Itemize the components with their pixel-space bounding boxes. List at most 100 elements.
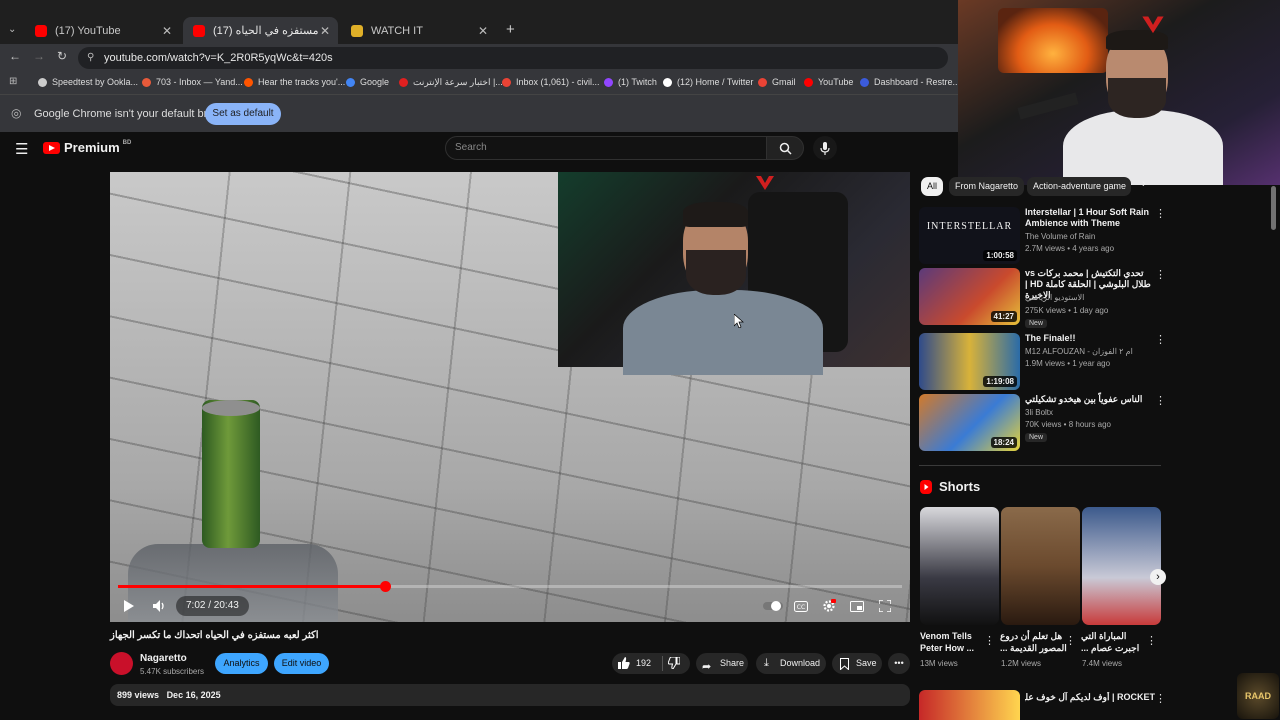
progress-bar[interactable]	[118, 581, 902, 592]
channel-avatar[interactable]	[110, 652, 133, 675]
like-button[interactable]	[618, 657, 630, 669]
progress-scrubber[interactable]	[379, 581, 391, 592]
shorts-next-chevron-icon[interactable]: ›	[1150, 569, 1166, 585]
video-thumbnail[interactable]: 18:24	[919, 394, 1020, 451]
bookmark-restream[interactable]: Dashboard - Restre...	[860, 77, 960, 87]
forward-icon[interactable]: →	[33, 49, 45, 63]
new-badge: New	[1025, 433, 1048, 442]
site-info-icon[interactable]: ⚲	[87, 47, 94, 69]
more-actions-button[interactable]: •••	[888, 653, 910, 674]
video-thumbnail[interactable]: 41:27	[919, 268, 1020, 325]
sidebar-scrollbar[interactable]	[1271, 186, 1276, 230]
video-thumbnail[interactable]: 1:19:08	[919, 333, 1020, 390]
video-title[interactable]: الناس عفوياً بين هيخدو تشكيلتي	[1025, 394, 1151, 405]
tab-current-video[interactable]: (17) اكثر لعبه مستفزه في الحياه ✕	[183, 17, 338, 44]
tab-youtube[interactable]: (17) YouTube ✕	[25, 17, 180, 44]
miniplayer-button[interactable]	[846, 595, 868, 617]
more-vertical-icon[interactable]: ⋮	[1155, 268, 1166, 281]
share-button[interactable]: ➦ Share	[696, 653, 748, 674]
video-title: اكثر لعبه مستفزه في الحياه اتحداك ما تكس…	[110, 630, 319, 641]
chip-from-channel[interactable]: From Nagaretto	[949, 177, 1025, 196]
chevron-right-icon[interactable]: ›	[1142, 178, 1146, 190]
can-lid	[202, 400, 260, 416]
short-thumbnail[interactable]	[920, 507, 999, 625]
short-title[interactable]: المباراة التي اجبرت عصام ...	[1081, 630, 1151, 654]
like-count: 192	[636, 658, 652, 668]
tab-watch-it[interactable]: WATCH IT ✕	[341, 17, 496, 44]
voice-search-button[interactable]	[813, 136, 837, 160]
divider	[919, 465, 1161, 466]
video-title[interactable]: Interstellar | 1 Hour Soft Rain Ambience…	[1025, 207, 1151, 229]
url-field[interactable]: ⚲ youtube.com/watch?v=K_2R0R5yqWc&t=420s	[78, 47, 948, 69]
list-item[interactable]: 41:27 تحدي التكتيش | محمد بركات vs طلال …	[919, 268, 1169, 330]
video-title[interactable]: ROCKET | أوف لديكم آل خوف عليكم 😂	[1025, 692, 1155, 703]
apps-grid-icon[interactable]: ⊞	[9, 76, 17, 87]
dislike-button[interactable]	[668, 657, 680, 669]
short-thumbnail[interactable]	[1001, 507, 1080, 625]
bookmark-speedtest[interactable]: Speedtest by Ookla...	[38, 77, 138, 87]
download-button[interactable]: ⤓ Download	[756, 653, 826, 674]
search-input[interactable]: Search	[445, 136, 767, 160]
back-icon[interactable]: ←	[9, 49, 21, 63]
bookmark-gmail-inbox[interactable]: Inbox (1,061) - civil...	[502, 77, 600, 87]
captions-icon: CC	[794, 600, 808, 612]
fullscreen-button[interactable]	[874, 595, 896, 617]
bookmark-twitter[interactable]: (12) Home / Twitter	[663, 77, 753, 87]
reload-icon[interactable]: ↻	[57, 49, 67, 63]
tab-search-icon[interactable]: ⌄	[8, 24, 16, 35]
video-thumbnail[interactable]: INTERSTELLAR 1:00:58	[919, 207, 1020, 264]
play-button[interactable]	[118, 595, 140, 617]
new-tab-icon[interactable]: +	[506, 21, 515, 38]
channel-name[interactable]: The Volume of Rain	[1025, 232, 1095, 241]
bookmark-google[interactable]: Google	[346, 77, 389, 87]
analytics-button[interactable]: Analytics	[215, 653, 268, 674]
edit-video-button[interactable]: Edit video	[274, 653, 329, 674]
short-thumbnail[interactable]	[1082, 507, 1161, 625]
save-label: Save	[856, 658, 877, 668]
more-vertical-icon[interactable]: ⋮	[1155, 207, 1166, 220]
more-vertical-icon[interactable]: ⋮	[1065, 634, 1076, 647]
more-vertical-icon[interactable]: ⋮	[1155, 692, 1166, 705]
captions-button[interactable]: CC	[790, 595, 812, 617]
channel-name[interactable]: الاستوديو الرياضي	[1025, 293, 1084, 302]
video-title[interactable]: The Finale!!	[1025, 333, 1151, 344]
bookmark-yandex-inbox[interactable]: 703 - Inbox — Yand...	[142, 77, 243, 87]
video-thumbnail[interactable]	[919, 690, 1020, 720]
bookmark-speed-test-ar[interactable]: اختبار سرعة الإنترنت |...	[399, 77, 503, 88]
more-vertical-icon[interactable]: ⋮	[1146, 634, 1157, 647]
list-item[interactable]: 18:24 الناس عفوياً بين هيخدو تشكيلتي 3li…	[919, 394, 1169, 452]
bookmark-twitch[interactable]: (1) Twitch	[604, 77, 657, 87]
more-vertical-icon[interactable]: ⋮	[1155, 333, 1166, 346]
bookmark-youtube[interactable]: YouTube	[804, 77, 853, 87]
list-item[interactable]: INTERSTELLAR 1:00:58 Interstellar | 1 Ho…	[919, 207, 1169, 265]
microphone-arm	[1017, 92, 1079, 120]
chip-all[interactable]: All	[921, 177, 944, 196]
more-vertical-icon[interactable]: ⋮	[1155, 394, 1166, 407]
browser-tab-bar: ⌄ (17) YouTube ✕ (17) اكثر لعبه مستفزه ف…	[0, 0, 958, 44]
close-tab-icon[interactable]: ✕	[162, 24, 172, 38]
search-button[interactable]	[766, 136, 804, 160]
channel-name[interactable]: 3li Boltx	[1025, 408, 1053, 417]
volume-button[interactable]	[148, 595, 170, 617]
autoplay-toggle[interactable]	[762, 595, 784, 617]
watchit-favicon-icon	[351, 24, 363, 37]
close-tab-icon[interactable]: ✕	[320, 24, 330, 38]
bookmark-soundcloud[interactable]: Hear the tracks you'...	[244, 77, 345, 87]
channel-name[interactable]: Nagaretto	[140, 653, 187, 664]
channel-name[interactable]: M12 ALFOUZAN - ام ٢ الفوزان	[1025, 347, 1133, 356]
description-box[interactable]: 899 views Dec 16, 2025	[110, 684, 910, 706]
set-default-button[interactable]: Set as default	[205, 103, 281, 125]
settings-button[interactable]	[818, 595, 840, 617]
save-button[interactable]: Save	[832, 653, 882, 674]
menu-icon[interactable]: ☰	[15, 140, 28, 158]
short-title[interactable]: Venom Tells Peter How ...	[920, 630, 990, 654]
bookmark-gmail[interactable]: Gmail	[758, 77, 796, 87]
chip-action-adventure[interactable]: Action-adventure game	[1027, 177, 1131, 196]
more-vertical-icon[interactable]: ⋮	[984, 634, 995, 647]
short-title[interactable]: هل تعلم أن دروع المصور القديمة ...	[1000, 630, 1070, 654]
more-horizontal-icon: •••	[894, 658, 904, 668]
youtube-premium-logo[interactable]: Premium BD	[43, 140, 131, 155]
close-tab-icon[interactable]: ✕	[478, 24, 488, 38]
list-item[interactable]: 1:19:08 The Finale!! M12 ALFOUZAN - ام ٢…	[919, 333, 1169, 391]
video-player[interactable]: 7:02 / 20:43 CC	[110, 172, 910, 622]
